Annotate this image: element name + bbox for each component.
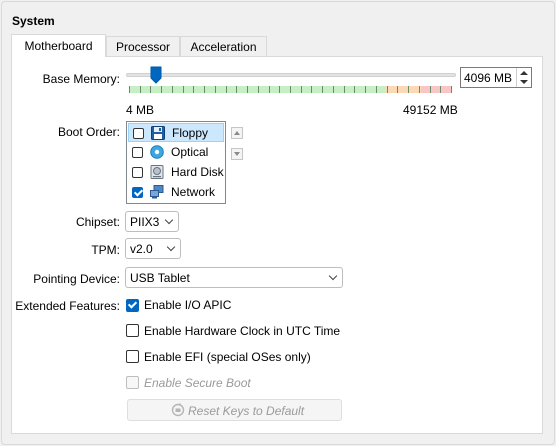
memory-tick: [301, 86, 302, 93]
io-apic-checkbox[interactable]: [126, 299, 139, 312]
memory-tick: [440, 86, 441, 93]
memory-tick: [365, 86, 366, 93]
memory-tick: [354, 86, 355, 93]
tpm-label: TPM:: [91, 243, 120, 257]
boot-optical-label: Optical: [171, 145, 209, 159]
boot-item-network[interactable]: Network: [128, 183, 224, 202]
boot-floppy-checkbox[interactable]: [133, 128, 144, 139]
memory-stepper[interactable]: [516, 68, 531, 87]
secure-boot-label: Enable Secure Boot: [144, 376, 251, 390]
network-icon: [150, 185, 164, 199]
memory-tick: [204, 86, 205, 93]
memory-tick: [430, 86, 431, 93]
memory-tick: [226, 86, 227, 93]
memory-min-label: 4 MB: [126, 103, 155, 117]
memory-max-label: 49152 MB: [403, 103, 458, 117]
boot-move-down-button[interactable]: [231, 148, 243, 160]
boot-move-up-button[interactable]: [231, 127, 243, 139]
memory-value: 4096 MB: [464, 71, 513, 85]
memory-tick: [193, 86, 194, 93]
arrow-down-icon: [234, 152, 240, 156]
memory-spinbox[interactable]: 4096 MB: [460, 67, 532, 88]
optical-disc-icon: [150, 145, 164, 159]
boot-order-label: Boot Order:: [57, 125, 120, 139]
chipset-label: Chipset:: [75, 215, 120, 229]
memory-tick: [258, 86, 259, 93]
memory-slider-thumb[interactable]: [150, 66, 162, 84]
reset-keys-button: Reset Keys to Default: [127, 399, 342, 421]
boot-optical-checkbox[interactable]: [132, 147, 143, 158]
chevron-down-icon: [164, 215, 174, 225]
memory-tick: [322, 86, 323, 93]
utc-clock-label: Enable Hardware Clock in UTC Time: [144, 324, 341, 338]
memory-tick: [387, 86, 388, 93]
tpm-value: v2.0: [130, 242, 153, 256]
memory-slider-track[interactable]: [126, 73, 456, 77]
efi-label: Enable EFI (special OSes only): [144, 350, 311, 364]
memory-tick: [419, 86, 420, 93]
chipset-select[interactable]: PIIX3: [125, 211, 179, 232]
boot-network-label: Network: [171, 185, 216, 199]
tpm-select[interactable]: v2.0: [125, 238, 181, 259]
memory-tick: [150, 86, 151, 93]
stepper-up-icon[interactable]: [520, 71, 528, 75]
memory-tick: [333, 86, 334, 93]
memory-tick: [279, 86, 280, 93]
base-memory-label: Base Memory:: [42, 72, 120, 86]
boot-item-hard-disk[interactable]: Hard Disk: [128, 163, 224, 182]
memory-tick: [129, 86, 130, 93]
boot-network-checkbox[interactable]: [132, 187, 143, 198]
pointing-device-label: Pointing Device:: [33, 272, 120, 286]
memory-tick: [140, 86, 141, 93]
boot-item-floppy[interactable]: Floppy: [128, 123, 224, 142]
reset-keys-label: Reset Keys to Default: [188, 404, 305, 418]
memory-tick: [311, 86, 312, 93]
memory-tick: [183, 86, 184, 93]
memory-tick: [215, 86, 216, 93]
memory-tick: [376, 86, 377, 93]
chevron-down-icon: [166, 242, 176, 252]
chipset-value: PIIX3: [130, 215, 160, 229]
memory-tick: [172, 86, 173, 93]
io-apic-label: Enable I/O APIC: [144, 298, 232, 312]
efi-checkbox[interactable]: [126, 350, 139, 363]
stepper-down-icon[interactable]: [520, 80, 528, 84]
panel-content: Base Memory: 4 MB 49152 MB 4096 MB Boot …: [0, 0, 556, 446]
pointing-device-value: USB Tablet: [130, 271, 190, 285]
boot-order-list[interactable]: Floppy Optical Hard Disk Network: [126, 121, 226, 204]
extended-features-label: Extended Features:: [15, 299, 120, 313]
arrow-up-icon: [234, 131, 240, 135]
utc-clock-checkbox[interactable]: [126, 324, 139, 337]
floppy-icon: [151, 126, 165, 140]
memory-tick: [290, 86, 291, 93]
memory-tick: [247, 86, 248, 93]
chevron-down-icon: [328, 271, 338, 281]
boot-hard-disk-label: Hard Disk: [171, 165, 224, 179]
boot-floppy-label: Floppy: [172, 126, 209, 140]
memory-tick: [161, 86, 162, 93]
memory-tick: [344, 86, 345, 93]
pointing-device-select[interactable]: USB Tablet: [125, 267, 343, 288]
hard-disk-icon: [150, 165, 164, 179]
boot-item-optical[interactable]: Optical: [128, 143, 224, 162]
memory-tick: [451, 86, 452, 93]
memory-tick: [397, 86, 398, 93]
boot-hard-disk-checkbox[interactable]: [132, 167, 143, 178]
memory-tick: [408, 86, 409, 93]
memory-tick: [269, 86, 270, 93]
memory-tick: [236, 86, 237, 93]
secure-boot-checkbox: [126, 376, 139, 389]
reset-keys-icon: [171, 403, 185, 417]
